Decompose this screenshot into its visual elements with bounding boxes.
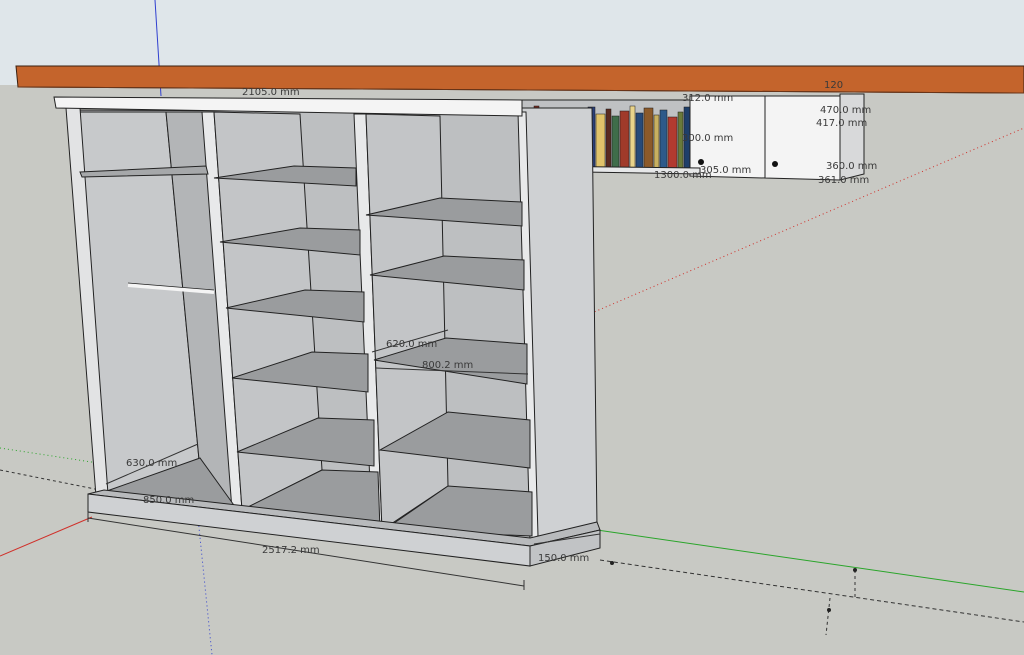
dimension-label-top-overhang: 120 — [824, 80, 843, 91]
green-axis-dotted — [0, 447, 99, 464]
dimension-label-overall-width: 2517.2 mm — [262, 545, 320, 556]
guide-point — [610, 561, 614, 565]
guide-point — [827, 608, 831, 612]
dimension-label-shelf-depth: 620.0 mm — [386, 339, 437, 350]
dimension-label-cabinet-height-a: 470.0 mm — [820, 105, 871, 116]
countertop-top[interactable] — [15, 65, 1024, 94]
dimension-label-book-height: 300.0 mm — [682, 133, 733, 144]
guide-line — [599, 559, 1024, 623]
dimension-label-plinth-height: 150.0 mm — [538, 553, 589, 564]
cabinet-knob[interactable] — [772, 161, 778, 167]
dimension-label-top-width: 2105.0 mm — [242, 87, 300, 98]
book — [635, 112, 644, 169]
dimension-label-cabinet-height-b: 417.0 mm — [816, 118, 867, 129]
book — [595, 113, 606, 169]
green-axis — [596, 529, 1024, 593]
book — [667, 116, 678, 169]
dimension-label-section-width: 800.2 mm — [422, 360, 473, 371]
dimension-label-niche-depth: 305.0 mm — [700, 165, 751, 176]
guide-point — [853, 568, 857, 572]
guide-line — [0, 469, 101, 491]
dimension-label-niche-height: 312.0 mm — [682, 93, 733, 104]
book — [643, 107, 654, 169]
red-axis — [0, 516, 93, 557]
guide-line — [825, 597, 831, 636]
scene-canvas[interactable]: 2105.0 mm 620.0 mm 800.2 mm 630.0 mm 850… — [0, 0, 1024, 655]
model-viewport[interactable]: 2105.0 mm 620.0 mm 800.2 mm 630.0 mm 850… — [0, 0, 1024, 655]
dimension-label-wardrobe-depth: 630.0 mm — [126, 458, 177, 469]
book — [659, 109, 668, 169]
book — [605, 108, 612, 169]
book — [619, 110, 630, 169]
dimension-label-base-depth: 850.0 mm — [143, 495, 194, 506]
dimension-label-cabinet-depth-b: 361.0 mm — [818, 175, 869, 186]
dimension-label-cabinet-depth: 360.0 mm — [826, 161, 877, 172]
book — [653, 114, 660, 169]
book — [611, 115, 620, 169]
book — [629, 105, 636, 169]
